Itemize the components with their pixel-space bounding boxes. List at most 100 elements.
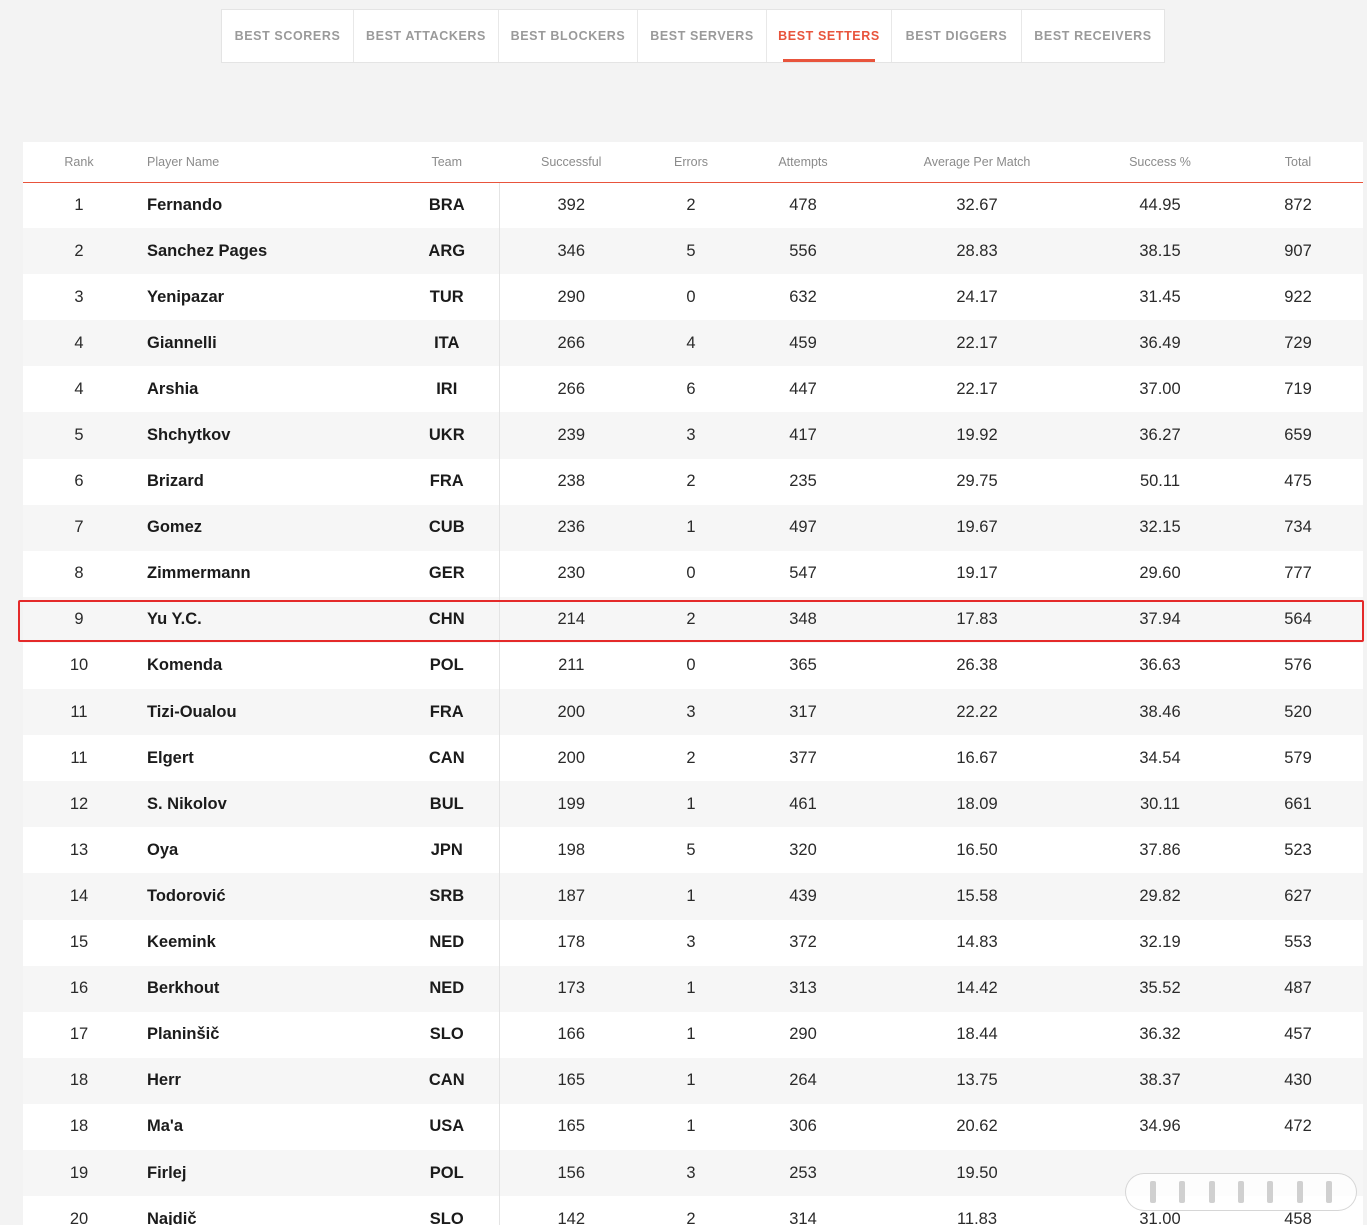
cell-errors: 2: [686, 195, 696, 214]
cell-rank: 2: [74, 241, 84, 260]
table-row: 10 Komenda POL 211 0 365 26.38 36.63 576: [23, 642, 1363, 690]
cell-total: 564: [1284, 610, 1312, 629]
cell-name[interactable]: Ma'a: [135, 1104, 395, 1150]
table-row: 17 Planinšič SLO 166 1 290 18.44 36.32 457: [23, 1011, 1363, 1058]
cell-attempts: 372: [789, 933, 817, 952]
cell-success-pct: 31.45: [1139, 287, 1181, 306]
cell-success-pct: 37.86: [1139, 840, 1181, 859]
cell-name[interactable]: Todorović: [135, 873, 395, 919]
cell-attempts: 264: [789, 1071, 817, 1090]
cell-errors: 3: [686, 933, 696, 952]
cell-avg: 19.50: [956, 1163, 998, 1182]
cell-total: 661: [1284, 794, 1312, 813]
cell-attempts: 317: [789, 702, 817, 721]
cell-avg: 19.17: [956, 564, 998, 583]
cell-team: SRB: [395, 873, 500, 920]
cell-name[interactable]: Zimmermann: [135, 551, 395, 597]
cell-name[interactable]: Giannelli: [135, 320, 395, 366]
cell-team: SLO: [395, 1011, 500, 1058]
tab-best-receivers[interactable]: BEST RECEIVERS: [1022, 10, 1164, 62]
cell-errors: 5: [686, 840, 696, 859]
column-header-total[interactable]: Total: [1233, 142, 1363, 183]
cell-attempts: 314: [789, 1209, 817, 1225]
cell-name[interactable]: Firlej: [135, 1150, 395, 1196]
watermark-bar-icon: [1237, 1181, 1244, 1203]
cell-name[interactable]: Yu Y.C.: [135, 597, 395, 643]
table-row: 11 Tizi-Oualou FRA 200 3 317 22.22 38.46 520: [23, 689, 1363, 736]
watermark-bar-icon: [1149, 1181, 1156, 1203]
cell-name[interactable]: Fernando: [135, 182, 395, 228]
cell-errors: 0: [686, 656, 696, 675]
cell-avg: 18.44: [956, 1025, 998, 1044]
cell-name[interactable]: Arshia: [135, 366, 395, 412]
column-header-errors[interactable]: Errors: [643, 142, 739, 183]
column-header-success-pct[interactable]: Success %: [1087, 142, 1233, 183]
tab-best-scorers[interactable]: BEST SCORERS: [222, 10, 354, 62]
cell-name[interactable]: Berkhout: [135, 966, 395, 1012]
tab-best-attackers[interactable]: BEST ATTACKERS: [354, 10, 499, 62]
cell-name[interactable]: Herr: [135, 1058, 395, 1104]
cell-name[interactable]: S. Nikolov: [135, 781, 395, 827]
table-row: 5 Shchytkov UKR 239 3 417 19.92 36.27 659: [23, 412, 1363, 459]
cell-successful: 200: [557, 702, 586, 721]
table-row: 7 Gomez CUB 236 1 497 19.67 32.15 734: [23, 504, 1363, 551]
cell-rank: 1: [74, 195, 84, 214]
cell-team: FRA: [395, 689, 500, 736]
cell-errors: 3: [686, 426, 696, 445]
cell-name[interactable]: Planinšič: [135, 1012, 395, 1058]
cell-rank: 9: [74, 610, 84, 629]
cell-rank: 7: [74, 518, 84, 537]
cell-rank: 10: [69, 656, 89, 675]
cell-attempts: 290: [789, 1025, 817, 1044]
column-header-avg[interactable]: Average Per Match: [867, 142, 1087, 183]
cell-avg: 20.62: [956, 1117, 998, 1136]
cell-name[interactable]: Yenipazar: [135, 274, 395, 320]
cell-name[interactable]: Oya: [135, 827, 395, 873]
tab-best-setters[interactable]: BEST SETTERS: [767, 10, 892, 62]
cell-name[interactable]: Najdič: [135, 1196, 395, 1225]
cell-successful: 211: [558, 656, 585, 675]
column-header-attempts[interactable]: Attempts: [739, 142, 867, 183]
tab-best-servers[interactable]: BEST SERVERS: [638, 10, 767, 62]
cell-rank: 11: [70, 702, 88, 721]
cell-team: FRA: [395, 458, 500, 505]
cell-team: IRI: [395, 366, 500, 413]
tab-best-diggers[interactable]: BEST DIGGERS: [892, 10, 1022, 62]
cell-total: 907: [1284, 241, 1312, 260]
cell-name[interactable]: Shchytkov: [135, 412, 395, 458]
watermark-bar-icon: [1326, 1181, 1333, 1203]
column-header-successful[interactable]: Successful: [499, 142, 643, 183]
column-header-rank[interactable]: Rank: [23, 142, 135, 183]
cell-total: 734: [1284, 518, 1312, 537]
cell-name[interactable]: Tizi-Oualou: [135, 689, 395, 735]
cell-rank: 4: [74, 333, 84, 352]
cell-success-pct: 35.52: [1139, 979, 1181, 998]
cell-successful: 166: [557, 1025, 586, 1044]
cell-team: GER: [395, 550, 500, 597]
cell-success-pct: 34.96: [1139, 1117, 1181, 1136]
cell-rank: 14: [69, 886, 89, 905]
column-header-name[interactable]: Player Name: [135, 142, 395, 183]
table-row: 12 S. Nikolov BUL 199 1 461 18.09 30.11 661: [23, 781, 1363, 828]
cell-team: BRA: [395, 182, 500, 229]
cell-name[interactable]: Sanchez Pages: [135, 228, 395, 274]
cell-successful: 230: [557, 564, 586, 583]
cell-team: SLO: [395, 1196, 500, 1225]
cell-name[interactable]: Komenda: [135, 643, 395, 689]
cell-total: 520: [1284, 702, 1312, 721]
cell-name[interactable]: Brizard: [135, 459, 395, 505]
column-header-team[interactable]: Team: [395, 142, 499, 183]
cell-avg: 17.83: [956, 610, 998, 629]
cell-name[interactable]: Elgert: [135, 735, 395, 781]
cell-rank: 16: [69, 979, 89, 998]
cell-successful: 142: [557, 1209, 586, 1225]
cell-success-pct: 36.49: [1139, 333, 1181, 352]
cell-attempts: 306: [789, 1117, 817, 1136]
cell-team: TUR: [395, 274, 500, 321]
tab-best-blockers[interactable]: BEST BLOCKERS: [499, 10, 638, 62]
cell-name[interactable]: Gomez: [135, 505, 395, 551]
cell-name[interactable]: Keemink: [135, 920, 395, 966]
cell-avg: 15.58: [956, 886, 998, 905]
cell-errors: 1: [686, 1117, 696, 1136]
cell-errors: 1: [686, 979, 696, 998]
